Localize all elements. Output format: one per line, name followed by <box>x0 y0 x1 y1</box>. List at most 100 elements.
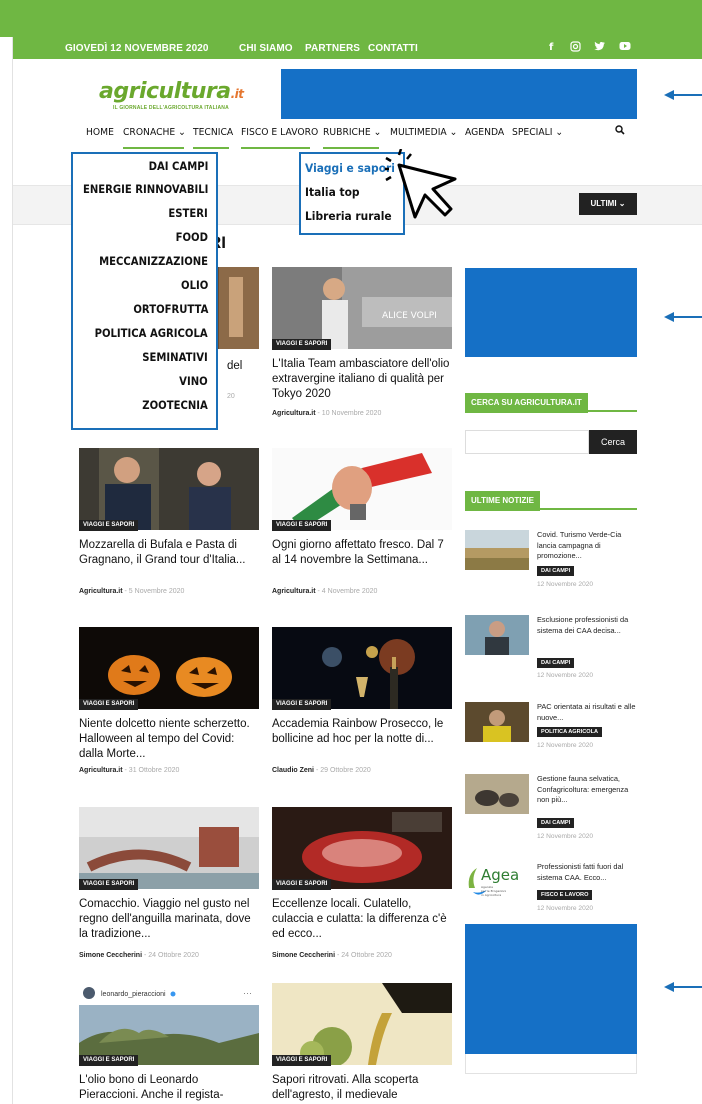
ad-frame <box>465 1054 637 1074</box>
article-image[interactable] <box>272 448 452 530</box>
article-title[interactable]: L'Italia Team ambasciatore dell'olio ext… <box>272 357 452 402</box>
sidebar-ad-bottom[interactable] <box>465 924 637 1054</box>
category-badge[interactable]: POLITICA AGRICOLA <box>537 727 603 737</box>
article-title[interactable]: Comacchio. Viaggio nel gusto nel regno d… <box>79 897 259 942</box>
news-item[interactable]: PAC orientata ai risultati e alle nuove.… <box>465 702 637 772</box>
news-title[interactable]: Esclusione professionisti da sistema dei… <box>537 615 637 636</box>
article-title[interactable]: del <box>227 359 267 374</box>
menu-item-libreria-rurale[interactable]: Libreria rurale <box>305 209 392 223</box>
menu-item-dai-campi[interactable]: DAI CAMPI <box>148 160 208 173</box>
article-card[interactable]: VIAGGI E SAPORI Eccellenze locali. Culat… <box>272 807 452 967</box>
menu-item-vino[interactable]: VINO <box>179 375 208 388</box>
menu-item-esteri[interactable]: ESTERI <box>169 207 208 220</box>
menu-item-seminativi[interactable]: SEMINATIVI <box>143 351 208 364</box>
nav-speciali[interactable]: SPECIALI ⌄ <box>512 127 563 138</box>
news-thumbnail[interactable] <box>465 530 529 570</box>
article-image[interactable]: ALICE VOLPI <box>272 267 452 349</box>
news-title[interactable]: PAC orientata ai risultati e alle nuove.… <box>537 702 637 723</box>
article-image[interactable] <box>272 627 452 709</box>
article-card[interactable]: VIAGGI E SAPORI Niente dolcetto niente s… <box>79 627 259 787</box>
article-image[interactable] <box>79 627 259 709</box>
news-date: 12 Novembre 2020 <box>537 833 594 840</box>
search-button[interactable]: Cerca <box>589 430 637 454</box>
article-card[interactable]: VIAGGI E SAPORI Mozzarella di Bufala e P… <box>79 448 259 608</box>
article-card[interactable]: VIAGGI E SAPORI Accademia Rainbow Prosec… <box>272 627 452 787</box>
nav-rubriche[interactable]: RUBRICHE ⌄ <box>323 127 381 138</box>
category-badge[interactable]: DAI CAMPI <box>537 658 575 668</box>
search-input[interactable] <box>465 430 589 454</box>
annotation-arrow-icon <box>664 982 702 992</box>
search-icon[interactable] <box>615 125 625 138</box>
link-chi-siamo[interactable]: CHI SIAMO <box>239 43 293 54</box>
menu-item-ortofrutta[interactable]: ORTOFRUTTA <box>133 303 208 316</box>
article-image[interactable] <box>79 448 259 530</box>
article-image[interactable]: leonardo_pieraccioni ··· <box>79 983 259 1065</box>
category-badge[interactable]: FISCO E LAVORO <box>537 890 593 900</box>
article-card[interactable]: ALICE VOLPI VIAGGI E SAPORI L'Italia Tea… <box>272 267 452 427</box>
category-badge[interactable]: VIAGGI E SAPORI <box>79 520 139 531</box>
facebook-icon[interactable]: f <box>549 42 553 53</box>
menu-item-meccanizzazione[interactable]: MECCANIZZAZIONE <box>99 255 208 268</box>
nav-tecnica[interactable]: TECNICA <box>193 127 233 138</box>
news-thumbnail[interactable] <box>465 774 529 814</box>
nav-multimedia[interactable]: MULTIMEDIA ⌄ <box>390 127 457 138</box>
news-item[interactable]: Covid. Turismo Verde-Cia lancia campagna… <box>465 530 637 600</box>
article-title[interactable]: Accademia Rainbow Prosecco, le bollicine… <box>272 717 452 747</box>
article-title[interactable]: L'olio bono di Leonardo Pieraccioni. Anc… <box>79 1073 259 1103</box>
twitter-icon[interactable] <box>594 41 606 55</box>
article-card[interactable]: VIAGGI E SAPORI Comacchio. Viaggio nel g… <box>79 807 259 967</box>
nav-agenda[interactable]: AGENDA <box>465 127 504 138</box>
article-title[interactable]: Ogni giorno affettato fresco. Dal 7 al 1… <box>272 538 452 568</box>
category-badge[interactable]: VIAGGI E SAPORI <box>272 699 332 710</box>
article-title[interactable]: Eccellenze locali. Culatello, culaccia e… <box>272 897 452 942</box>
menu-item-italia-top[interactable]: Italia top <box>305 185 360 199</box>
ultimi-dropdown[interactable]: ULTIMI ⌄ <box>579 193 637 215</box>
category-badge[interactable]: VIAGGI E SAPORI <box>272 1055 332 1066</box>
link-partners[interactable]: PARTNERS <box>305 43 360 54</box>
category-badge[interactable]: VIAGGI E SAPORI <box>272 339 332 350</box>
nav-cronache-underline <box>123 147 184 149</box>
instagram-icon[interactable] <box>570 41 581 55</box>
article-title[interactable]: Mozzarella di Bufala e Pasta di Gragnano… <box>79 538 259 568</box>
category-badge[interactable]: VIAGGI E SAPORI <box>272 879 332 890</box>
menu-item-politica-agricola[interactable]: POLITICA AGRICOLA <box>95 327 208 340</box>
news-title[interactable]: Professionisti fatti fuori dal sistema C… <box>537 862 637 883</box>
category-badge[interactable]: VIAGGI E SAPORI <box>79 699 139 710</box>
article-image[interactable] <box>272 983 452 1065</box>
category-badge[interactable]: VIAGGI E SAPORI <box>272 520 332 531</box>
category-badge[interactable]: DAI CAMPI <box>537 566 575 576</box>
category-badge[interactable]: VIAGGI E SAPORI <box>79 879 139 890</box>
svg-text:in Agricoltura: in Agricoltura <box>481 893 501 897</box>
nav-cronache[interactable]: CRONACHE ⌄ <box>123 127 186 138</box>
link-contatti[interactable]: CONTATTI <box>368 43 418 54</box>
nav-home[interactable]: HOME <box>86 127 114 138</box>
youtube-icon[interactable] <box>619 41 631 54</box>
menu-item-energie-rinnovabili[interactable]: ENERGIE RINNOVABILI <box>83 183 208 196</box>
category-badge[interactable]: VIAGGI E SAPORI <box>79 1055 139 1066</box>
article-title[interactable]: Sapori ritrovati. Alla scoperta dell'agr… <box>272 1073 452 1103</box>
menu-item-olio[interactable]: OLIO <box>181 279 208 292</box>
news-item[interactable]: Gestione fauna selvatica, Confagricoltur… <box>465 774 637 844</box>
article-image[interactable] <box>272 807 452 889</box>
news-item[interactable]: Esclusione professionisti da sistema dei… <box>465 615 637 685</box>
menu-item-zootecnia[interactable]: ZOOTECNIA <box>142 399 208 412</box>
svg-text:ALICE VOLPI: ALICE VOLPI <box>382 311 437 321</box>
sidebar-ad-top[interactable] <box>465 268 637 357</box>
nav-fisco-lavoro[interactable]: FISCO E LAVORO <box>241 127 318 138</box>
article-card[interactable]: VIAGGI E SAPORI Sapori ritrovati. Alla s… <box>272 983 452 1104</box>
article-image[interactable] <box>79 807 259 889</box>
menu-item-food[interactable]: FOOD <box>176 231 208 244</box>
news-title[interactable]: Gestione fauna selvatica, Confagricoltur… <box>537 774 637 806</box>
news-title[interactable]: Covid. Turismo Verde-Cia lancia campagna… <box>537 530 637 562</box>
site-logo[interactable]: agricultura.it IL GIORNALE DELL'AGRICOLT… <box>99 79 269 113</box>
article-card[interactable]: leonardo_pieraccioni ··· VIAGGI E SAPORI … <box>79 983 259 1104</box>
article-title[interactable]: Niente dolcetto niente scherzetto. Hallo… <box>79 717 259 762</box>
category-badge[interactable]: DAI CAMPI <box>537 818 575 828</box>
news-thumbnail[interactable] <box>465 615 529 655</box>
news-thumbnail[interactable] <box>465 702 529 742</box>
agea-logo[interactable]: Agea Agenzia per le Erogazioni in Agricoltu… <box>465 862 529 902</box>
article-card[interactable]: VIAGGI E SAPORI Ogni giorno affettato fr… <box>272 448 452 608</box>
news-item[interactable]: Agea Agenzia per le Erogazioni in Agricoltu… <box>465 862 637 932</box>
header-ad-banner[interactable] <box>281 69 637 119</box>
menu-item-viaggi-e-sapori[interactable]: Viaggi e sapori <box>305 161 395 175</box>
